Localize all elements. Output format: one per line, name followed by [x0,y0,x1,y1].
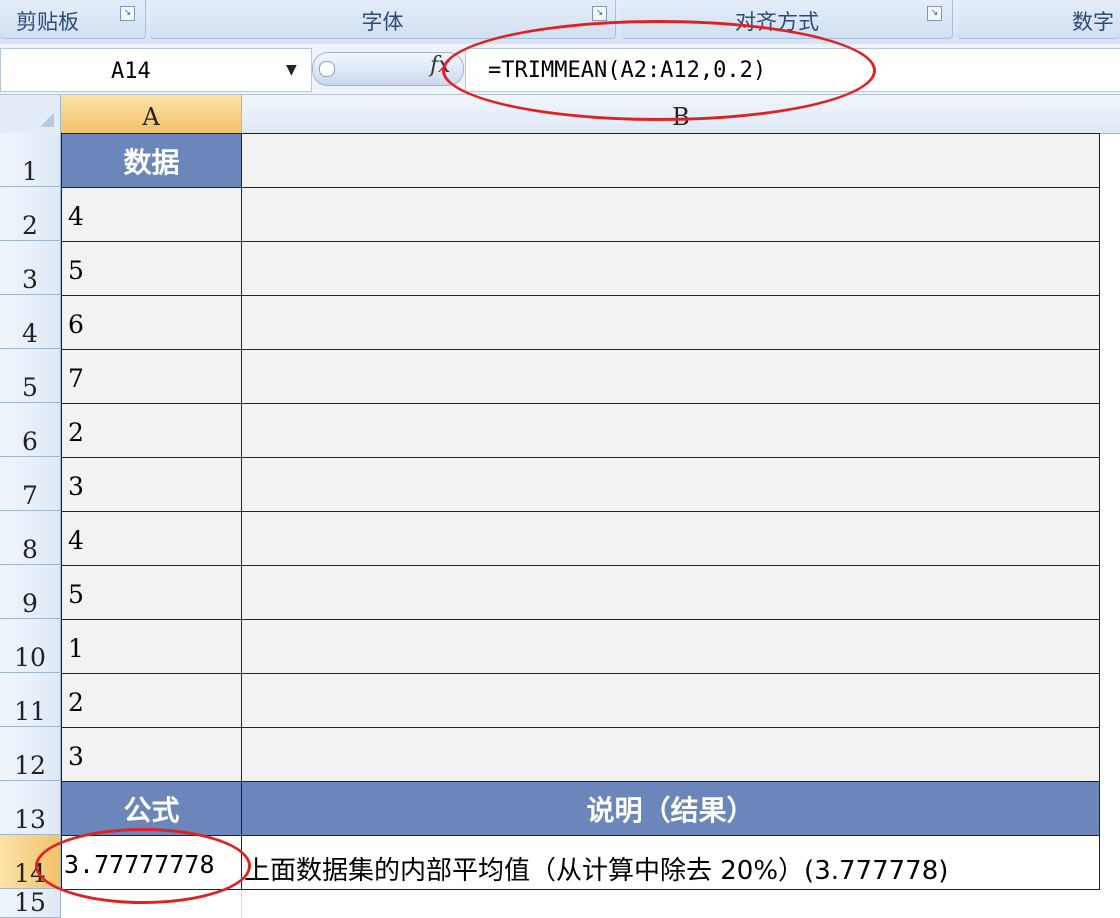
dialog-launcher-icon[interactable]: ↘ [592,6,607,21]
row-number: 6 [22,427,38,456]
cell-value: 6 [68,310,84,339]
cell-value: 1 [68,634,84,663]
data-cell-a12[interactable]: 3 [61,727,242,782]
row-header-12[interactable]: 12 [0,727,61,781]
row-number: 12 [14,751,46,780]
cell-b8[interactable] [241,511,1100,566]
data-cell-a11[interactable]: 2 [61,673,242,728]
data-cell-a6[interactable]: 2 [61,403,242,458]
row-header-9[interactable]: 9 [0,565,61,619]
description-cell[interactable]: 上面数据集的内部平均值（从计算中除去 20%）(3.777778) [241,835,1100,890]
cell-b4[interactable] [241,295,1100,350]
cell-b15[interactable] [242,890,1120,918]
row-header-4[interactable]: 4 [0,295,61,349]
row-header-13[interactable]: 13 [0,781,61,835]
dialog-launcher-icon[interactable]: ↘ [120,6,135,21]
row-number: 9 [22,589,38,618]
header-cell-data[interactable]: 数据 [61,133,242,188]
row-number: 15 [14,888,46,917]
cell-value: 2 [68,688,84,717]
row-header-5[interactable]: 5 [0,349,61,403]
ribbon-group-number[interactable]: 数字 [958,0,1120,39]
dialog-launcher-icon[interactable]: ↘ [927,6,942,21]
row-number: 11 [14,697,46,726]
cell-value: 5 [68,580,84,609]
cell-b10[interactable] [241,619,1100,674]
row-number: 4 [22,319,38,348]
ribbon-group-label: 数字 [1072,10,1114,34]
row-header-15[interactable]: 15 [0,888,61,918]
row-header-1[interactable]: 1 [0,133,61,187]
chevron-down-icon[interactable]: ▼ [286,62,297,78]
column-header-a[interactable]: A [61,95,242,134]
cell-b6[interactable] [241,403,1100,458]
cell-value: 7 [68,364,84,393]
select-all-button[interactable] [0,95,61,134]
formula-highlight-ellipse [442,20,876,121]
data-cell-a2[interactable]: 4 [61,187,242,242]
cell-b11[interactable] [241,673,1100,728]
result-highlight-ellipse [35,828,251,904]
row-header-6[interactable]: 6 [0,403,61,457]
ribbon-group-label: 剪贴板 [16,10,79,34]
row-number: 13 [14,805,46,834]
cell-value: 4 [68,202,84,231]
data-cell-a8[interactable]: 4 [61,511,242,566]
row-header-7[interactable]: 7 [0,457,61,511]
row-header-11[interactable]: 11 [0,673,61,727]
row-number: 8 [22,535,38,564]
row-number: 5 [22,373,38,402]
row-header-2[interactable]: 2 [0,187,61,241]
data-cell-a9[interactable]: 5 [61,565,242,620]
data-cell-a3[interactable]: 5 [61,241,242,296]
header-cell-description[interactable]: 说明（结果） [241,781,1100,836]
row-number: 7 [22,481,38,510]
name-box[interactable]: A14 ▼ [0,48,312,92]
data-cell-a10[interactable]: 1 [61,619,242,674]
cell-value: 3 [68,742,84,771]
row-header-10[interactable]: 10 [0,619,61,673]
row-number: 1 [22,157,38,186]
cell-b1[interactable] [241,133,1100,188]
data-cell-a4[interactable]: 6 [61,295,242,350]
cell-b9[interactable] [241,565,1100,620]
cell-value: 3 [68,472,84,501]
cell-b5[interactable] [241,349,1100,404]
cell-b7[interactable] [241,457,1100,512]
row-header-3[interactable]: 3 [0,241,61,295]
data-cell-a5[interactable]: 7 [61,349,242,404]
cell-b12[interactable] [241,727,1100,782]
select-all-icon [40,113,54,127]
description-text: 上面数据集的内部平均值（从计算中除去 20%）(3.777778) [244,856,949,886]
data-cell-a7[interactable]: 3 [61,457,242,512]
cell-value: 5 [68,256,84,285]
cell-b2[interactable] [241,187,1100,242]
splitter-handle-icon[interactable] [319,61,335,77]
name-box-value: A14 [111,59,151,84]
cell-value: 4 [68,526,84,555]
cell-b3[interactable] [241,241,1100,296]
ribbon-group-clipboard[interactable]: 剪贴板 ↘ [0,0,146,39]
row-number: 2 [22,211,38,240]
row-number: 3 [22,265,38,294]
cell-value: 2 [68,418,84,447]
row-header-8[interactable]: 8 [0,511,61,565]
row-number: 10 [14,643,46,672]
